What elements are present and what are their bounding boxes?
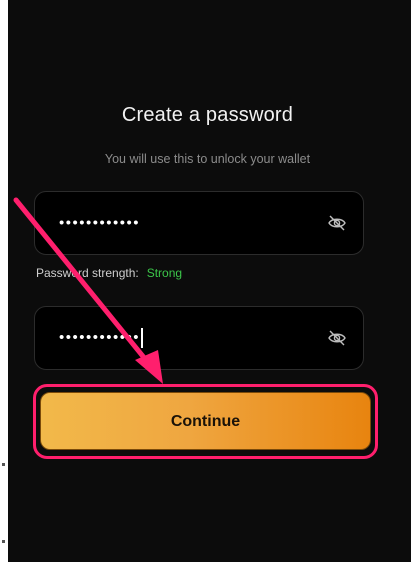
strength-label: Password strength: [36, 266, 139, 280]
continue-button[interactable]: Continue [40, 392, 371, 450]
confirm-password-field[interactable]: •••••••••••• [34, 306, 364, 370]
text-caret [141, 328, 143, 348]
password-field[interactable]: •••••••••••• [34, 191, 364, 255]
password-strength: Password strength: Strong [36, 266, 182, 280]
strength-value: Strong [146, 266, 183, 280]
edge-mark [2, 463, 5, 466]
eye-slash-icon[interactable] [327, 328, 347, 348]
screenshot-frame: Create a password You will use this to u… [0, 0, 415, 562]
eye-slash-icon[interactable] [327, 213, 347, 233]
confirm-password-value: •••••••••••• [59, 328, 143, 348]
page-subtitle: You will use this to unlock your wallet [104, 152, 311, 166]
edge-mark [2, 540, 5, 543]
confirm-password-dots: •••••••••••• [59, 328, 141, 346]
password-value: •••••••••••• [59, 214, 141, 232]
password-panel [8, 0, 411, 562]
page-title: Create a password [121, 104, 294, 126]
